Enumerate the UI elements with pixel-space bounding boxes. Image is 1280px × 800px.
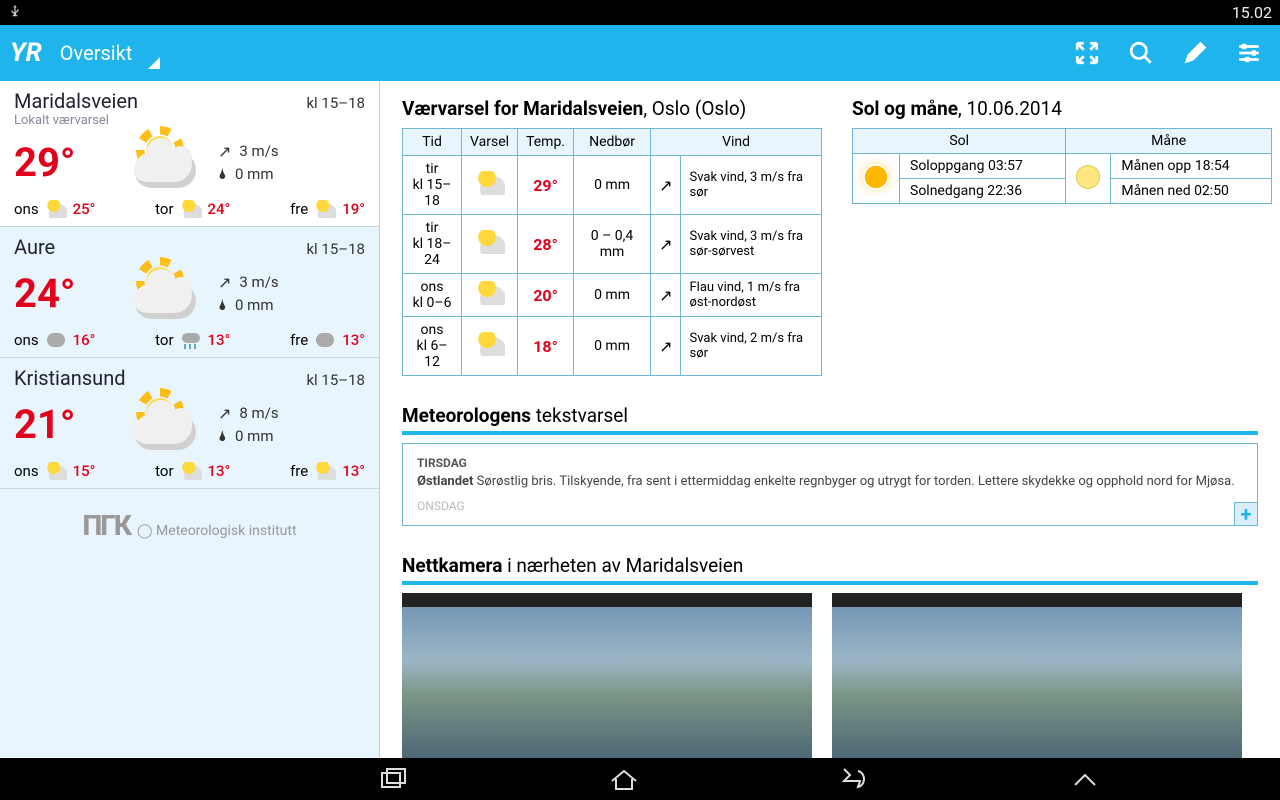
forecast-weather-icon: [475, 332, 505, 356]
app-title-dropdown[interactable]: Oversikt: [60, 41, 161, 65]
sun-icon: [863, 164, 889, 190]
wind-arrow-icon: ↗: [218, 273, 231, 292]
mini-forecast: ons 25°: [14, 200, 95, 218]
usb-icon: [8, 4, 22, 18]
android-nav-bar: [0, 758, 1280, 800]
mini-forecast: fre 13°: [290, 331, 365, 349]
app-bar: YR Oversikt: [0, 25, 1280, 81]
wind-arrow-icon: ↗: [218, 142, 231, 161]
android-status-bar: 15.02: [0, 0, 1280, 25]
location-card[interactable]: Kristiansundkl 15–18 21° ↗ 8 m/s 🌢 0 mm …: [0, 358, 379, 489]
location-sidebar[interactable]: MaridalsveienLokalt værvarselkl 15–18 29…: [0, 81, 380, 758]
wind-arrow-icon: ↗: [659, 337, 672, 356]
forecast-row: tirkl 15–18 29° 0 mm ↗ Svak vind, 3 m/s …: [403, 156, 822, 215]
yr-logo[interactable]: YR: [10, 38, 42, 68]
sunmoon-title: Sol og måne, 10.06.2014: [852, 97, 1272, 120]
mini-forecast: tor 13°: [155, 331, 230, 349]
forecast-table: TidVarsel Temp.Nedbør Vind tirkl 15–18 2…: [402, 128, 822, 376]
settings-sliders-icon[interactable]: [1236, 40, 1262, 66]
fullscreen-icon[interactable]: [1074, 40, 1100, 66]
webcam-title: Nettkamera i nærheten av Maridalsveien: [402, 554, 1258, 577]
forecast-weather-icon: [475, 230, 505, 254]
wind-arrow-icon: ↗: [659, 286, 672, 305]
weather-icon: [126, 394, 206, 454]
forecast-row: onskl 6–12 18° 0 mm ↗ Svak vind, 2 m/s f…: [403, 317, 822, 376]
droplet-icon: 🌢: [218, 427, 227, 445]
mini-forecast: ons 16°: [14, 331, 95, 349]
forecast-row: onskl 0–6 20° 0 mm ↗ Flau vind, 1 m/s fr…: [403, 274, 822, 317]
main-panel: Værvarsel for Maridalsveien, Oslo (Oslo)…: [380, 81, 1280, 758]
weather-icon: [126, 132, 206, 192]
wind-arrow-icon: ↗: [659, 176, 672, 195]
weather-icon: [126, 263, 206, 323]
expand-button[interactable]: +: [1234, 502, 1258, 526]
mini-forecast: fre 13°: [290, 462, 365, 480]
location-card[interactable]: Aurekl 15–18 24° ↗ 3 m/s 🌢 0 mm ons 16°t…: [0, 227, 379, 358]
mini-forecast: tor 24°: [155, 200, 230, 218]
provider-footer: ПГК ◯ Meteorologisk institutt: [0, 489, 379, 562]
sunmoon-table: SolMåne Soloppgang 03:57 Månen opp 18:54…: [852, 128, 1272, 204]
webcam-thumbnail[interactable]: [832, 593, 1242, 758]
location-card[interactable]: MaridalsveienLokalt værvarselkl 15–18 29…: [0, 81, 379, 227]
forecast-weather-icon: [475, 281, 505, 305]
back-icon[interactable]: [838, 767, 870, 791]
droplet-icon: 🌢: [218, 165, 227, 183]
forecast-row: tirkl 18–24 28° 0 – 0,4 mm ↗ Svak vind, …: [403, 215, 822, 274]
status-time: 15.02: [1232, 3, 1272, 22]
forecast-weather-icon: [475, 171, 505, 195]
wind-arrow-icon: ↗: [218, 404, 231, 423]
mini-forecast: ons 15°: [14, 462, 95, 480]
meteo-title: Meteorologens tekstvarsel: [402, 404, 1258, 427]
recent-apps-icon[interactable]: [378, 767, 410, 791]
home-icon[interactable]: [608, 767, 640, 791]
search-icon[interactable]: [1128, 40, 1154, 66]
edit-icon[interactable]: [1182, 40, 1208, 66]
forecast-title: Værvarsel for Maridalsveien, Oslo (Oslo): [402, 97, 822, 120]
droplet-icon: 🌢: [218, 296, 227, 314]
current-temp: 29°: [14, 139, 114, 186]
moon-icon: [1076, 165, 1100, 189]
webcam-thumbnail[interactable]: [402, 593, 812, 758]
wind-arrow-icon: ↗: [659, 235, 672, 254]
expand-nav-icon[interactable]: [1069, 767, 1101, 791]
mini-forecast: fre 19°: [290, 200, 365, 218]
meteo-textbox: TIRSDAG Østlandet Sørøstlig bris. Tilsky…: [402, 443, 1258, 526]
current-temp: 21°: [14, 401, 114, 448]
current-temp: 24°: [14, 270, 114, 317]
mini-forecast: tor 13°: [155, 462, 230, 480]
